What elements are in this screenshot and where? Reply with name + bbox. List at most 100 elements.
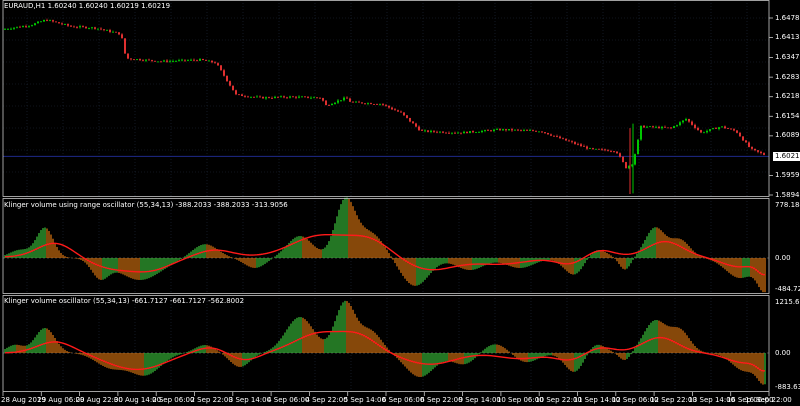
candle-body [472,131,474,133]
candle-body [616,151,618,154]
candle-body [106,29,108,31]
candle-body [124,38,126,54]
candle-body [526,130,528,131]
candle-body [205,59,207,61]
candle-body [73,26,75,28]
time-tick-label: 6 Sep 22:00 [420,396,463,404]
candle-body [454,132,456,134]
candle-body [406,115,408,118]
candle-body [589,148,591,149]
candle-body [280,96,282,98]
candle-body [292,96,294,98]
time-tick-label: 9 Sep 14:00 [458,396,501,404]
candle-body [49,20,51,21]
candle-body [586,146,588,149]
candle-body [298,96,300,98]
candle-body [160,61,162,63]
candle-body [478,132,480,133]
candle-body [508,129,510,131]
candle-body [175,60,177,62]
candle-body [715,128,717,129]
candle-body [316,97,318,99]
candle-body [364,103,366,105]
candle-body [301,96,303,98]
candle-body [688,119,690,122]
candle-body [535,130,537,132]
candle-body [100,28,102,30]
candle-body [76,27,78,28]
candle-body [523,130,525,131]
candle-body [220,65,222,71]
price-tick-label: 1.61540 [775,111,800,120]
candle-body [463,131,465,134]
candle-body [223,70,225,76]
candle-body [94,27,96,29]
candle-body [79,26,81,28]
time-tick-label: 4 Sep 22:00 [305,396,348,404]
osc-tick-label: 0.00 [775,348,791,357]
candle-body [475,132,477,134]
candle-body [547,132,549,135]
candle-body [721,126,723,128]
candle-body [379,103,381,105]
price-tick-label: 1.63475 [775,53,800,62]
candle-body [202,59,204,60]
candle-body [64,24,66,25]
candle-body [253,96,255,98]
candle-body [607,150,609,152]
candle-body [532,130,534,132]
candle-body [307,96,309,98]
candle-body [244,95,246,97]
candle-body [295,96,297,98]
candle-body [706,130,708,133]
candle-body [247,96,249,98]
candle-body [178,60,180,61]
candle-body [712,128,714,130]
candle-body [355,101,357,103]
candle-body [61,23,63,25]
candle-body [196,60,198,62]
klinger-title: Klinger volume oscillator (55,34,13) -66… [4,297,245,305]
candle-body [85,26,87,29]
candle-body [439,131,441,133]
candle-body [544,132,546,133]
candle-body [718,127,720,129]
candle-body [130,58,132,60]
osc-tick-label: -484.7285 [775,285,800,293]
candle-body [229,81,231,86]
candle-body [745,140,747,143]
candle-body [610,151,612,152]
current-price-label: 1.60219 [773,151,800,161]
candle-body [187,60,189,62]
candle-body [664,126,666,128]
candle-body [424,130,426,132]
candle-body [376,104,378,105]
candle-body [757,150,759,152]
candle-body [736,130,738,133]
candle-body [436,131,438,133]
candle-body [442,131,444,133]
candle-body [361,102,363,104]
candle-body [751,146,753,149]
candle-body [163,60,165,62]
candle-body [451,132,453,134]
candle-body [490,130,492,132]
candle-body [121,34,123,39]
candle-body [346,97,348,99]
candle-body [643,125,645,128]
candle-body [172,60,174,62]
candle-body [559,136,561,139]
candle-body [580,144,582,146]
candle-body [19,26,21,28]
candle-body [571,141,573,143]
candle-body [727,128,729,129]
candle-body [271,97,273,99]
candle-body [70,25,72,27]
main-chart-title: EURAUD,H1 1.60240 1.60240 1.60219 1.6021… [4,2,171,10]
candle-body [169,61,171,62]
candle-body [214,62,216,64]
candle-body [433,130,435,132]
klinger-range-title: Klinger volume using range oscillator (5… [4,201,288,209]
candle-body [283,96,285,98]
candle-body [277,96,279,98]
